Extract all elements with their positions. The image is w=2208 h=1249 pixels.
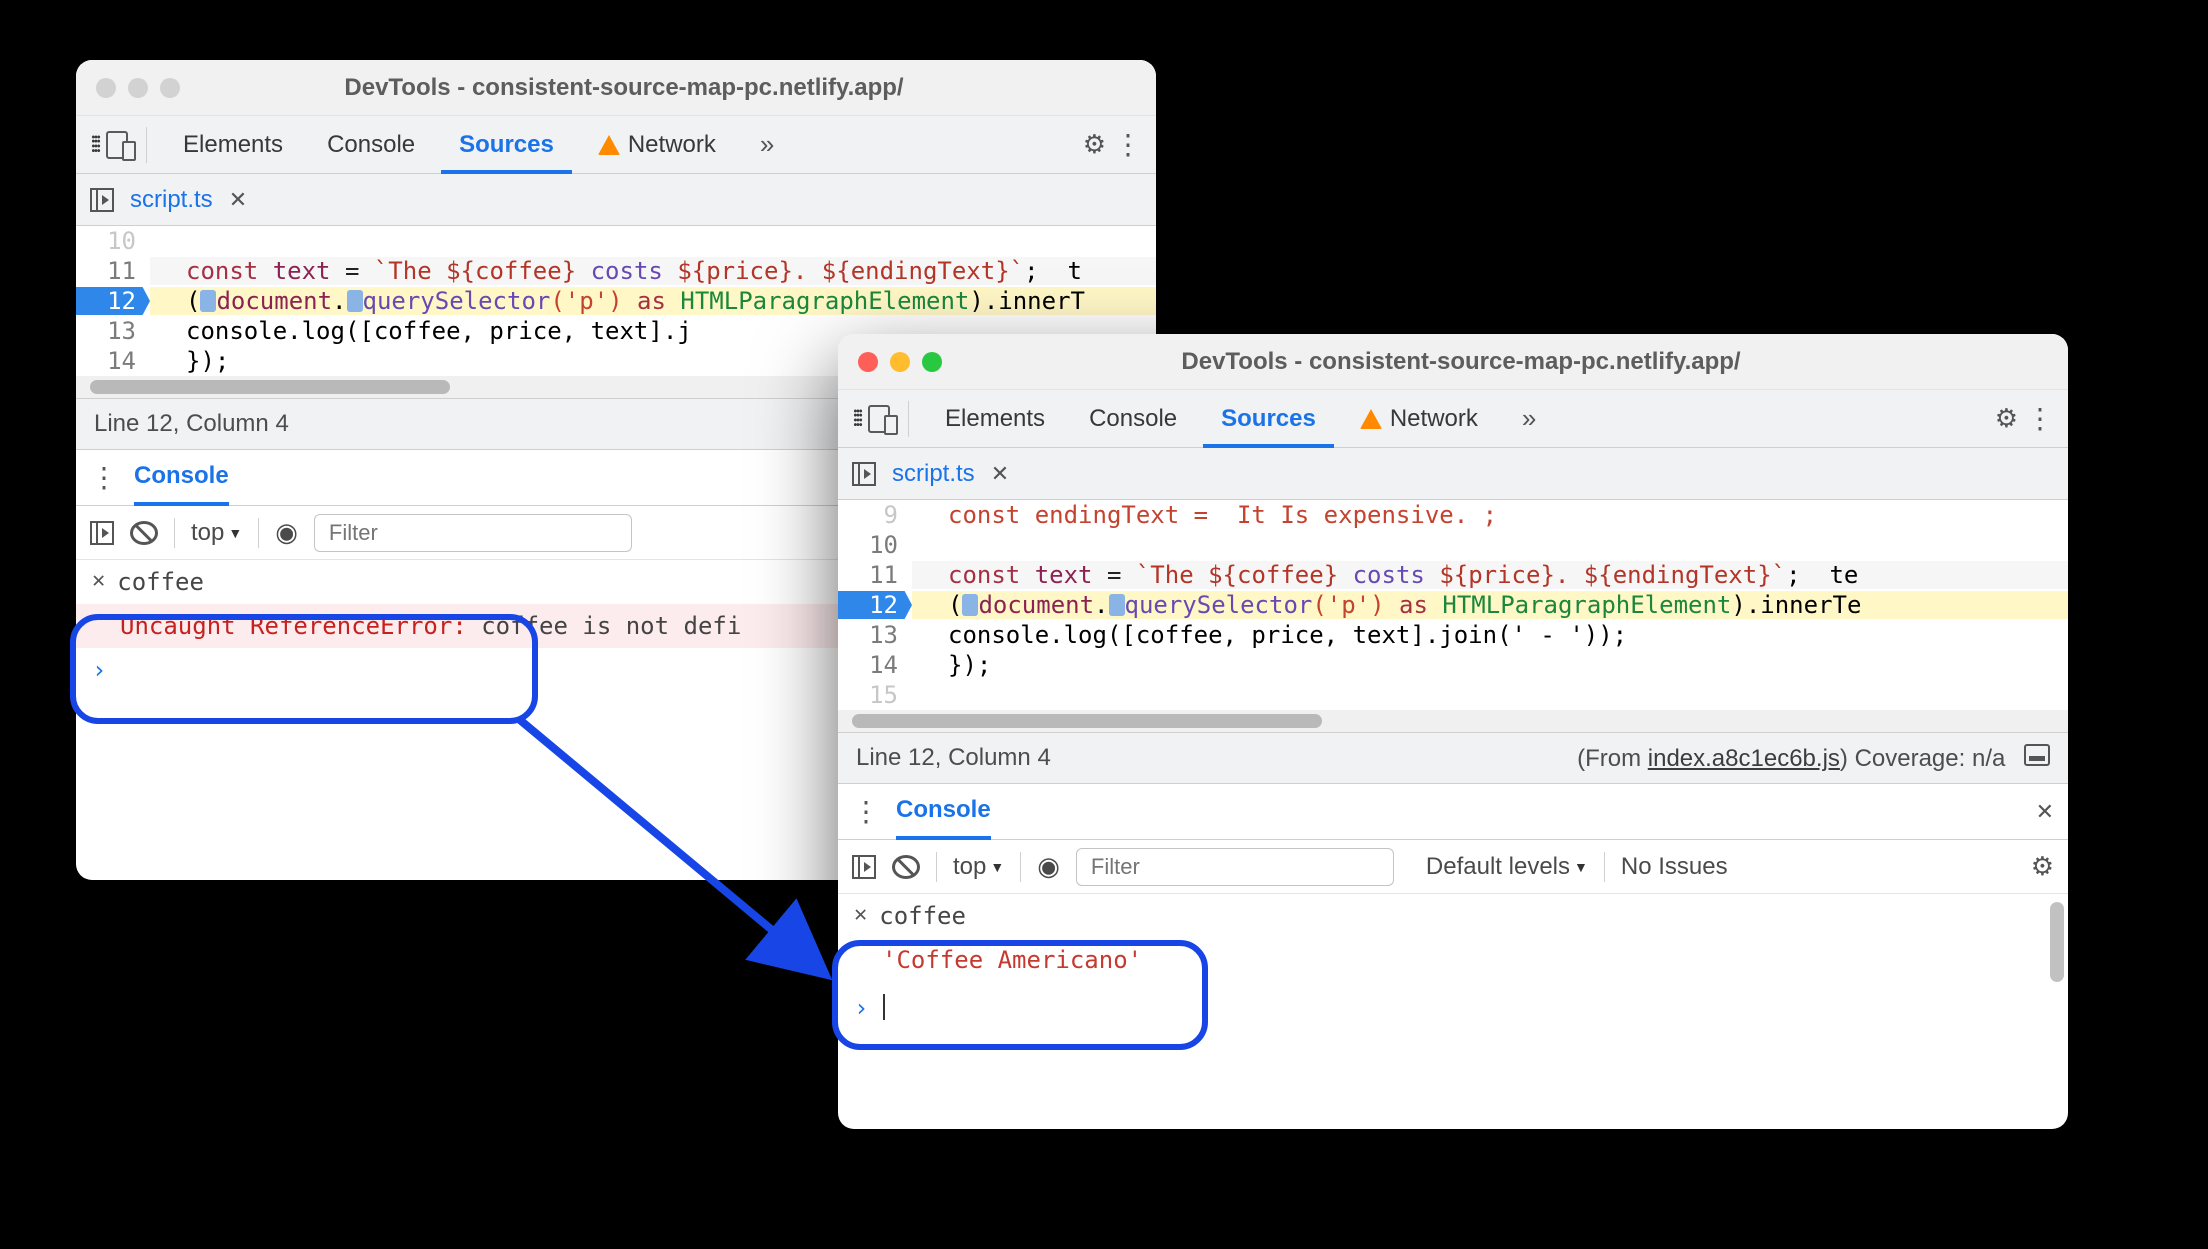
show-navigator-icon[interactable] [852,462,876,486]
context-dropdown[interactable]: top ▼ [191,519,242,547]
kebab-icon[interactable]: ⋮ [2026,402,2054,435]
clear-icon[interactable] [130,521,158,545]
levels-dropdown[interactable]: Default levels ▼ [1426,853,1588,881]
no-issues-label[interactable]: No Issues [1621,853,1728,881]
drawer-tab-console[interactable]: Console [896,784,991,840]
tab-elements[interactable]: Elements [927,390,1063,448]
chevron-right-icon: › [92,656,106,684]
console-settings-icon[interactable]: ⚙ [2031,851,2054,882]
tab-network[interactable]: Network [580,116,734,174]
devtools-window-2: DevTools - consistent-source-map-pc.netl… [838,334,2068,1129]
chevron-down-icon: ▼ [990,859,1004,875]
file-tab-bar: script.ts ✕ [76,174,1156,226]
sourcemap-origin: (From index.a8c1ec6b.js) Coverage: n/a [1577,744,2050,773]
close-drawer-icon[interactable]: ✕ [2036,799,2054,825]
drawer-kebab-icon[interactable]: ⋮ [90,461,118,494]
console-prompt[interactable]: › [838,982,2068,1030]
console-body[interactable]: ✕ coffee 'Coffee Americano' › [838,894,2068,1129]
code-editor[interactable]: 9const endingText = It Is expensive. ; 1… [838,500,2068,710]
main-tabs: ⁞⁞⁞ Elements Console Sources Network » ⚙… [76,116,1156,174]
tab-elements[interactable]: Elements [165,116,301,174]
file-tab-scriptts[interactable]: script.ts [130,186,213,214]
close-icon[interactable]: ✕ [92,568,105,593]
console-toolbar: top ▼ ◉ Default levels ▼ No Issues ⚙ [838,840,2068,894]
marker-icon [200,290,216,312]
clear-icon[interactable] [892,855,920,879]
kebab-icon[interactable]: ⋮ [1114,128,1142,161]
settings-icon[interactable]: ⚙ [1995,403,2018,434]
file-tab-scriptts[interactable]: script.ts [892,460,975,488]
marker-icon [1109,594,1125,616]
file-tab-bar: script.ts ✕ [838,448,2068,500]
drawer-kebab-icon[interactable]: ⋮ [852,795,880,828]
filter-input[interactable] [1076,848,1394,886]
console-input: coffee [879,902,966,930]
chevron-right-icon: » [1522,403,1536,434]
close-file-icon[interactable]: ✕ [991,461,1009,487]
traffic-min[interactable] [128,78,148,98]
code-line-12: (document.querySelector('p') as HTMLPara… [912,591,2068,619]
main-tabs: ⁞⁞⁞ Elements Console Sources Network » ⚙… [838,390,2068,448]
context-dropdown[interactable]: top ▼ [953,853,1004,881]
console-input: coffee [117,568,204,596]
inspect-icon[interactable]: ⁞⁞⁞ [90,130,98,159]
drawer-head: ⋮ Console ✕ [838,784,2068,840]
chevron-down-icon: ▼ [1574,859,1588,875]
close-icon[interactable]: ✕ [854,902,867,927]
chevron-down-icon: ▼ [228,525,242,541]
traffic-close[interactable] [96,78,116,98]
warning-icon [598,135,620,155]
window-title: DevTools - consistent-source-map-pc.netl… [954,348,1968,376]
chevron-right-icon: » [760,129,774,160]
code-line-9: const endingText = It Is expensive. ; [912,501,2068,529]
tab-console[interactable]: Console [1071,390,1195,448]
cursor-position: Line 12, Column 4 [856,744,1051,772]
window-title: DevTools - consistent-source-map-pc.netl… [192,74,1056,102]
vertical-scrollbar[interactable] [2050,902,2064,982]
code-line-11: const text = `The ${coffee} costs ${pric… [912,561,2068,589]
warning-icon [1360,409,1382,429]
sourcemap-link[interactable]: index.a8c1ec6b.js [1648,745,1840,772]
tab-sources[interactable]: Sources [1203,390,1334,448]
text-cursor [883,994,885,1020]
filter-input[interactable] [314,514,632,552]
code-line-13: console.log([coffee, price, text].join('… [912,621,2068,649]
code-line-14: }); [912,651,2068,679]
traffic-min[interactable] [890,352,910,372]
inspect-icon[interactable]: ⁞⁞⁞ [852,404,860,433]
titlebar: DevTools - consistent-source-map-pc.netl… [76,60,1156,116]
chevron-right-icon: › [854,994,868,1022]
marker-icon [962,594,978,616]
error-message: Uncaught ReferenceError: coffee is not d… [120,612,741,640]
device-icon[interactable] [106,131,128,159]
marker-icon [347,290,363,312]
device-icon[interactable] [868,405,890,433]
tabs-more[interactable]: » [1504,390,1554,448]
traffic-max[interactable] [160,78,180,98]
tab-console[interactable]: Console [309,116,433,174]
status-bar: Line 12, Column 4 (From index.a8c1ec6b.j… [838,732,2068,784]
close-file-icon[interactable]: ✕ [229,187,247,213]
toggle-sidebar-icon[interactable] [90,521,114,545]
tab-network[interactable]: Network [1342,390,1496,448]
coverage-icon[interactable] [2024,744,2050,766]
live-expressions-icon[interactable]: ◉ [1037,851,1060,882]
traffic-close[interactable] [858,352,878,372]
code-line-11: const text = `The ${coffee} costs ${pric… [150,257,1156,285]
console-output-row: 'Coffee Americano' [838,938,2068,982]
tabs-more[interactable]: » [742,116,792,174]
code-line-12: (document.querySelector('p') as HTMLPara… [150,287,1156,315]
titlebar: DevTools - consistent-source-map-pc.netl… [838,334,2068,390]
console-output: 'Coffee Americano' [882,946,1142,974]
tab-sources[interactable]: Sources [441,116,572,174]
horizontal-scrollbar[interactable] [838,710,2068,732]
toggle-sidebar-icon[interactable] [852,855,876,879]
show-navigator-icon[interactable] [90,188,114,212]
settings-icon[interactable]: ⚙ [1083,129,1106,160]
drawer-tab-console[interactable]: Console [134,450,229,506]
cursor-position: Line 12, Column 4 [94,410,289,438]
traffic-max[interactable] [922,352,942,372]
live-expressions-icon[interactable]: ◉ [275,517,298,548]
console-input-row: ✕ coffee [838,894,2068,938]
